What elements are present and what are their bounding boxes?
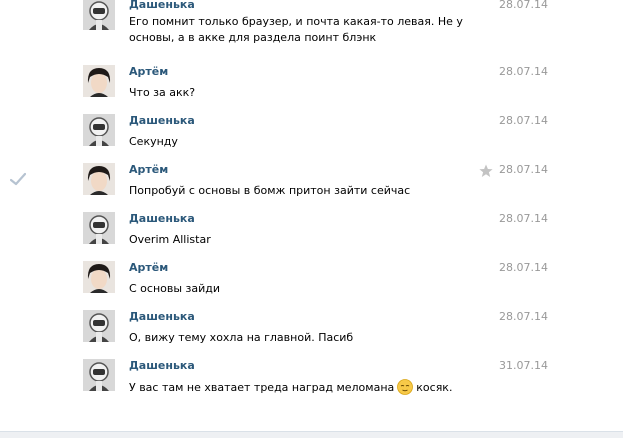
message-item: Дашенька 28.07.14 Секунду [0, 114, 623, 158]
avatar-artem[interactable] [83, 163, 115, 195]
avatar-dashenka[interactable] [83, 0, 115, 30]
message-text: Попробуй с основы в бомж притон зайти се… [129, 184, 411, 197]
avatar-artem[interactable] [83, 65, 115, 97]
message-date[interactable]: 28.07.14 [499, 163, 548, 177]
star-icon[interactable] [479, 164, 493, 178]
avatar-dashenka[interactable] [83, 114, 115, 146]
message-text: У вас там не хватает треда наград мелома… [129, 379, 489, 396]
message-item: Дашенька 28.07.14 Его помнит только брау… [0, 0, 623, 44]
author-name[interactable]: Артём [129, 163, 168, 177]
message-text: Что за акк? [129, 86, 196, 99]
message-date[interactable]: 28.07.14 [499, 310, 548, 324]
message-date[interactable]: 31.07.14 [499, 359, 548, 373]
author-name[interactable]: Дашенька [129, 212, 195, 226]
author-name[interactable]: Дашенька [129, 310, 195, 324]
message-item: Дашенька 28.07.14 О, вижу тему хохла на … [0, 310, 623, 354]
avatar-dashenka[interactable] [83, 212, 115, 244]
message-date[interactable]: 28.07.14 [499, 114, 548, 128]
avatar-dashenka[interactable] [83, 359, 115, 391]
message-text: О, вижу тему хохла на главной. Пасиб [129, 331, 354, 344]
message-item: Артём 28.07.14 Что за акк? [0, 65, 623, 109]
message-date[interactable]: 28.07.14 [499, 212, 548, 226]
relieved-face-emoji-icon [397, 379, 414, 395]
message-date[interactable]: 28.07.14 [499, 0, 548, 12]
author-name[interactable]: Дашенька [129, 359, 195, 373]
author-name[interactable]: Дашенька [129, 114, 195, 128]
message-text-part: У вас там не хватает треда наград мелома… [129, 381, 395, 394]
check-icon[interactable] [10, 172, 26, 186]
message-text: Его помнит только браузер, и почта какая… [129, 15, 463, 44]
message-item: Дашенька 28.07.14 Overim Allistar [0, 212, 623, 256]
message-item: Артём 28.07.14 С основы зайди [0, 261, 623, 305]
author-name[interactable]: Артём [129, 65, 168, 79]
message-text: Overim Allistar [129, 233, 211, 246]
author-name[interactable]: Дашенька [129, 0, 195, 12]
message-item: Дашенька 31.07.14 У вас там не хватает т… [0, 359, 623, 403]
avatar-dashenka[interactable] [83, 310, 115, 342]
message-date[interactable]: 28.07.14 [499, 261, 548, 275]
message-text: Секунду [129, 135, 178, 148]
message-date[interactable]: 28.07.14 [499, 65, 548, 79]
message-text-part: косяк. [416, 381, 453, 394]
message-item: Артём 28.07.14 Попробуй с основы в бомж … [0, 163, 623, 207]
message-text: С основы зайди [129, 282, 221, 295]
avatar-artem[interactable] [83, 261, 115, 293]
author-name[interactable]: Артём [129, 261, 168, 275]
